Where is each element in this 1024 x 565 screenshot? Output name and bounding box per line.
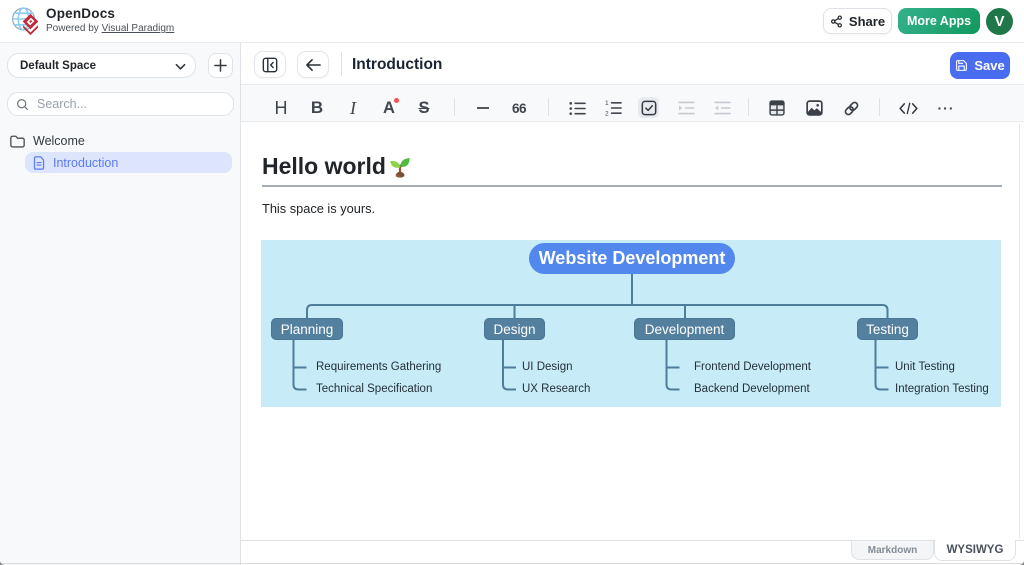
svg-text:2: 2 [605,111,609,116]
svg-text:1: 1 [605,100,609,107]
